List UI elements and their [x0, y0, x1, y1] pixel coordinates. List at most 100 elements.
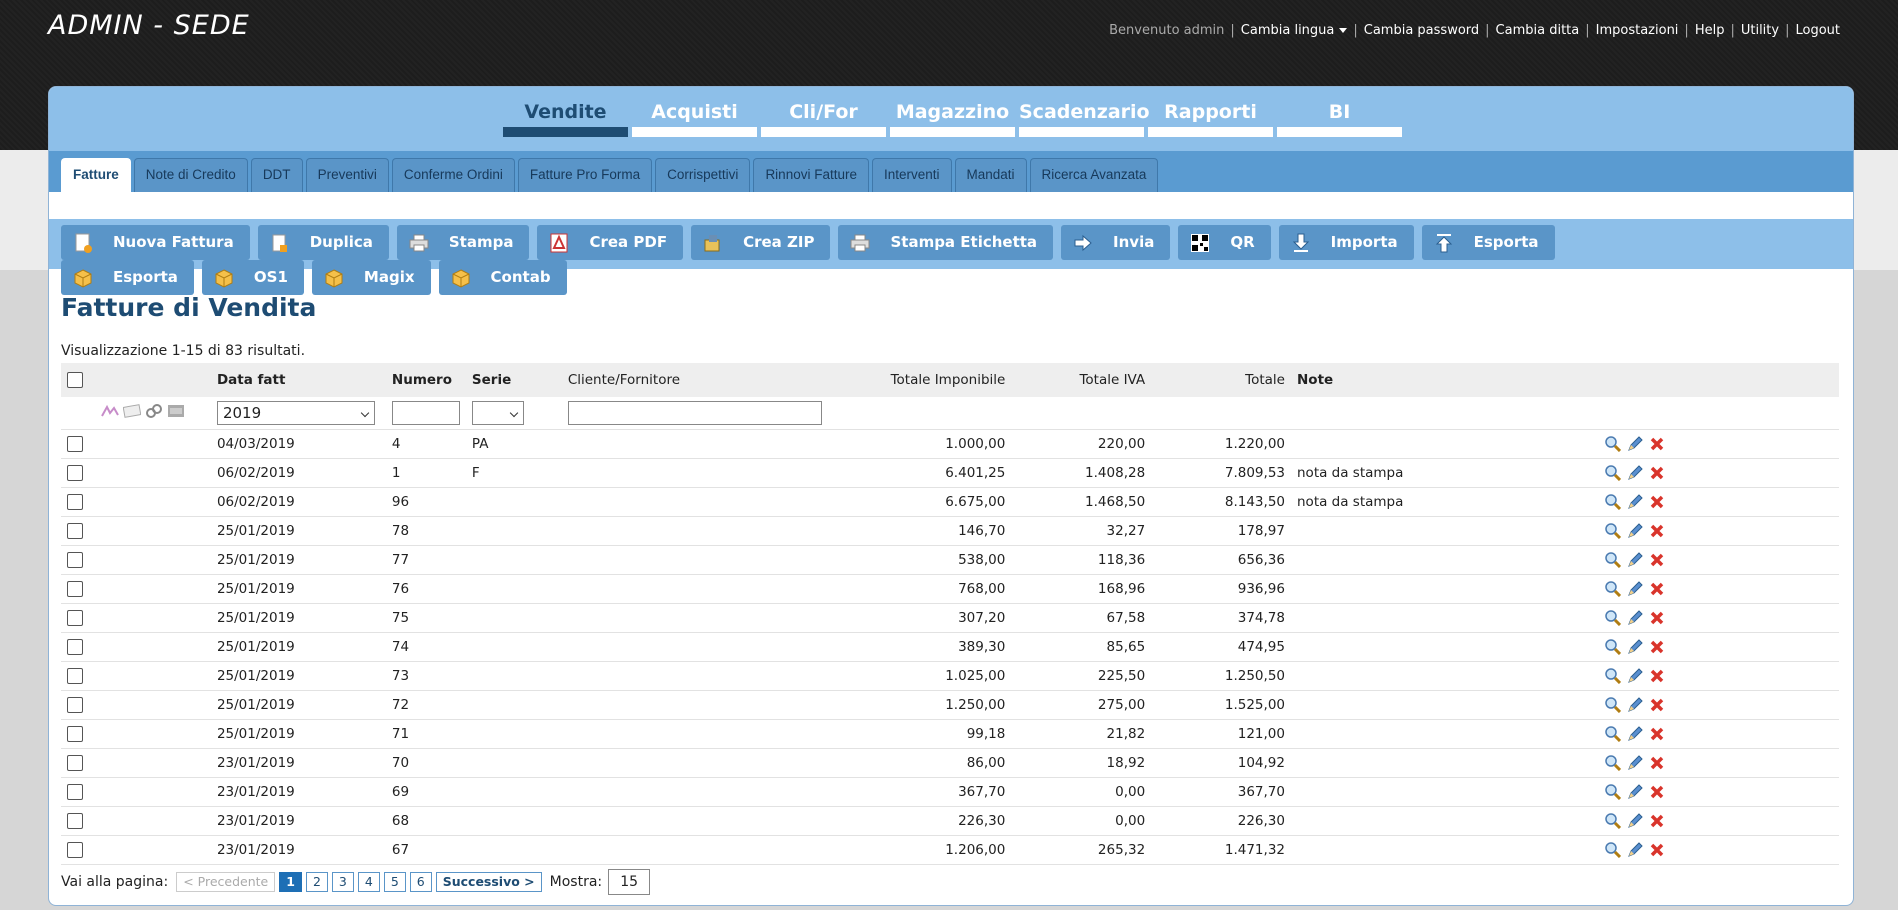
delete-icon[interactable]: [1648, 725, 1666, 743]
edit-icon[interactable]: [1626, 435, 1644, 453]
delete-icon[interactable]: [1648, 667, 1666, 685]
col-notes[interactable]: Note: [1291, 363, 1601, 397]
duplica-button[interactable]: Duplica: [257, 225, 389, 260]
tab-corrispettivi[interactable]: Corrispettivi: [655, 158, 751, 192]
view-icon[interactable]: [1604, 812, 1622, 830]
delete-icon[interactable]: [1648, 464, 1666, 482]
row-checkbox[interactable]: [67, 435, 83, 452]
nuova-fattura-button[interactable]: Nuova Fattura: [61, 225, 250, 260]
select-all-checkbox[interactable]: [67, 372, 83, 388]
importa-button[interactable]: Importa: [1278, 225, 1414, 260]
col-series[interactable]: Serie: [465, 363, 562, 397]
table-row[interactable]: 23/01/2019 70 86,00 18,92 104,92: [61, 748, 1839, 778]
row-checkbox[interactable]: [67, 580, 83, 597]
row-checkbox[interactable]: [67, 638, 83, 655]
tab-mandati[interactable]: Mandati: [954, 158, 1027, 192]
col-total[interactable]: Totale: [1151, 363, 1291, 397]
view-icon[interactable]: [1604, 464, 1622, 482]
link-icon[interactable]: [145, 403, 163, 423]
view-icon[interactable]: [1604, 609, 1622, 627]
row-checkbox[interactable]: [67, 551, 83, 568]
row-checkbox[interactable]: [67, 696, 83, 713]
view-icon[interactable]: [1604, 638, 1622, 656]
page-5-button[interactable]: 5: [383, 872, 406, 892]
next-page-button[interactable]: Successivo >: [435, 872, 542, 892]
os1-button[interactable]: OS1: [201, 260, 304, 295]
page-4-button[interactable]: 4: [357, 872, 380, 892]
number-filter-input[interactable]: [391, 400, 460, 425]
contab-button[interactable]: Contab: [438, 260, 567, 295]
row-checkbox[interactable]: [67, 493, 83, 510]
main-nav-item-acquisti[interactable]: Acquisti: [632, 101, 757, 137]
edit-icon[interactable]: [1626, 493, 1644, 511]
table-row[interactable]: 04/03/2019 4 PA 1.000,00 220,00 1.220,00: [61, 429, 1839, 459]
tab-fatture-pro-forma[interactable]: Fatture Pro Forma: [517, 158, 653, 192]
delete-icon[interactable]: [1648, 783, 1666, 801]
series-select[interactable]: [471, 400, 524, 425]
table-row[interactable]: 25/01/2019 71 99,18 21,82 121,00: [61, 719, 1839, 749]
delete-icon[interactable]: [1648, 522, 1666, 540]
table-row[interactable]: 25/01/2019 78 146,70 32,27 178,97: [61, 516, 1839, 546]
edit-icon[interactable]: [1626, 812, 1644, 830]
edit-icon[interactable]: [1626, 638, 1644, 656]
main-nav-item-cli-for[interactable]: Cli/For: [761, 101, 886, 137]
tab-ddt[interactable]: DDT: [250, 158, 303, 192]
edit-icon[interactable]: [1626, 522, 1644, 540]
tab-ricerca-avanzata[interactable]: Ricerca Avanzata: [1029, 158, 1159, 192]
col-number[interactable]: Numero: [385, 363, 466, 397]
crea-pdf-button[interactable]: Crea PDF: [537, 225, 684, 260]
edit-icon[interactable]: [1626, 696, 1644, 714]
delete-icon[interactable]: [1648, 841, 1666, 859]
row-checkbox[interactable]: [67, 812, 83, 829]
utility-link[interactable]: Utility: [1741, 23, 1779, 38]
page-3-button[interactable]: 3: [331, 872, 354, 892]
main-nav-item-magazzino[interactable]: Magazzino: [890, 101, 1015, 137]
magix-button[interactable]: Magix: [311, 260, 431, 295]
help-link[interactable]: Help: [1695, 23, 1725, 38]
table-row[interactable]: 06/02/2019 1 F 6.401,25 1.408,28 7.809,53 nota…: [61, 458, 1839, 488]
col-taxable[interactable]: Totale Imponibile: [811, 363, 1012, 397]
table-row[interactable]: 25/01/2019 73 1.025,00 225,50 1.250,50: [61, 661, 1839, 691]
edit-icon[interactable]: [1626, 783, 1644, 801]
tab-rinnovi-fatture[interactable]: Rinnovi Fatture: [753, 158, 869, 192]
stampa-button[interactable]: Stampa: [396, 225, 530, 260]
signature-icon[interactable]: [101, 404, 119, 422]
tab-note-di-credito[interactable]: Note di Credito: [133, 158, 248, 192]
view-icon[interactable]: [1604, 725, 1622, 743]
edit-icon[interactable]: [1626, 580, 1644, 598]
table-row[interactable]: 25/01/2019 72 1.250,00 275,00 1.525,00: [61, 690, 1839, 720]
invia-button[interactable]: Invia: [1061, 225, 1171, 260]
page-size-input[interactable]: 15: [608, 869, 651, 895]
client-filter-input[interactable]: [567, 400, 822, 425]
change-language-link[interactable]: Cambia lingua: [1241, 23, 1348, 38]
row-checkbox[interactable]: [67, 609, 83, 626]
main-nav-item-bi[interactable]: BI: [1277, 101, 1402, 137]
view-icon[interactable]: [1604, 522, 1622, 540]
prev-page-button[interactable]: < Precedente: [176, 872, 276, 892]
tab-fatture[interactable]: Fatture: [61, 158, 131, 192]
envelope-icon[interactable]: [122, 403, 142, 422]
delete-icon[interactable]: [1648, 435, 1666, 453]
settings-link[interactable]: Impostazioni: [1596, 23, 1679, 38]
year-select[interactable]: 2019: [216, 400, 375, 425]
row-checkbox[interactable]: [67, 464, 83, 481]
table-row[interactable]: 06/02/2019 96 6.675,00 1.468,50 8.143,50 nota…: [61, 487, 1839, 517]
change-company-link[interactable]: Cambia ditta: [1496, 23, 1580, 38]
export-xml-icon[interactable]: [167, 404, 185, 422]
page-2-button[interactable]: 2: [305, 872, 328, 892]
edit-icon[interactable]: [1626, 609, 1644, 627]
table-row[interactable]: 25/01/2019 76 768,00 168,96 936,96: [61, 574, 1839, 604]
table-row[interactable]: 25/01/2019 74 389,30 85,65 474,95: [61, 632, 1839, 662]
view-icon[interactable]: [1604, 783, 1622, 801]
row-checkbox[interactable]: [67, 725, 83, 742]
page-1-button[interactable]: 1: [279, 872, 302, 892]
main-nav-item-vendite[interactable]: Vendite: [503, 101, 628, 137]
delete-icon[interactable]: [1648, 754, 1666, 772]
delete-icon[interactable]: [1648, 609, 1666, 627]
main-nav-item-rapporti[interactable]: Rapporti: [1148, 101, 1273, 137]
stampa-etichetta-button[interactable]: Stampa Etichetta: [838, 225, 1054, 260]
delete-icon[interactable]: [1648, 580, 1666, 598]
view-icon[interactable]: [1604, 754, 1622, 772]
view-icon[interactable]: [1604, 580, 1622, 598]
edit-icon[interactable]: [1626, 725, 1644, 743]
